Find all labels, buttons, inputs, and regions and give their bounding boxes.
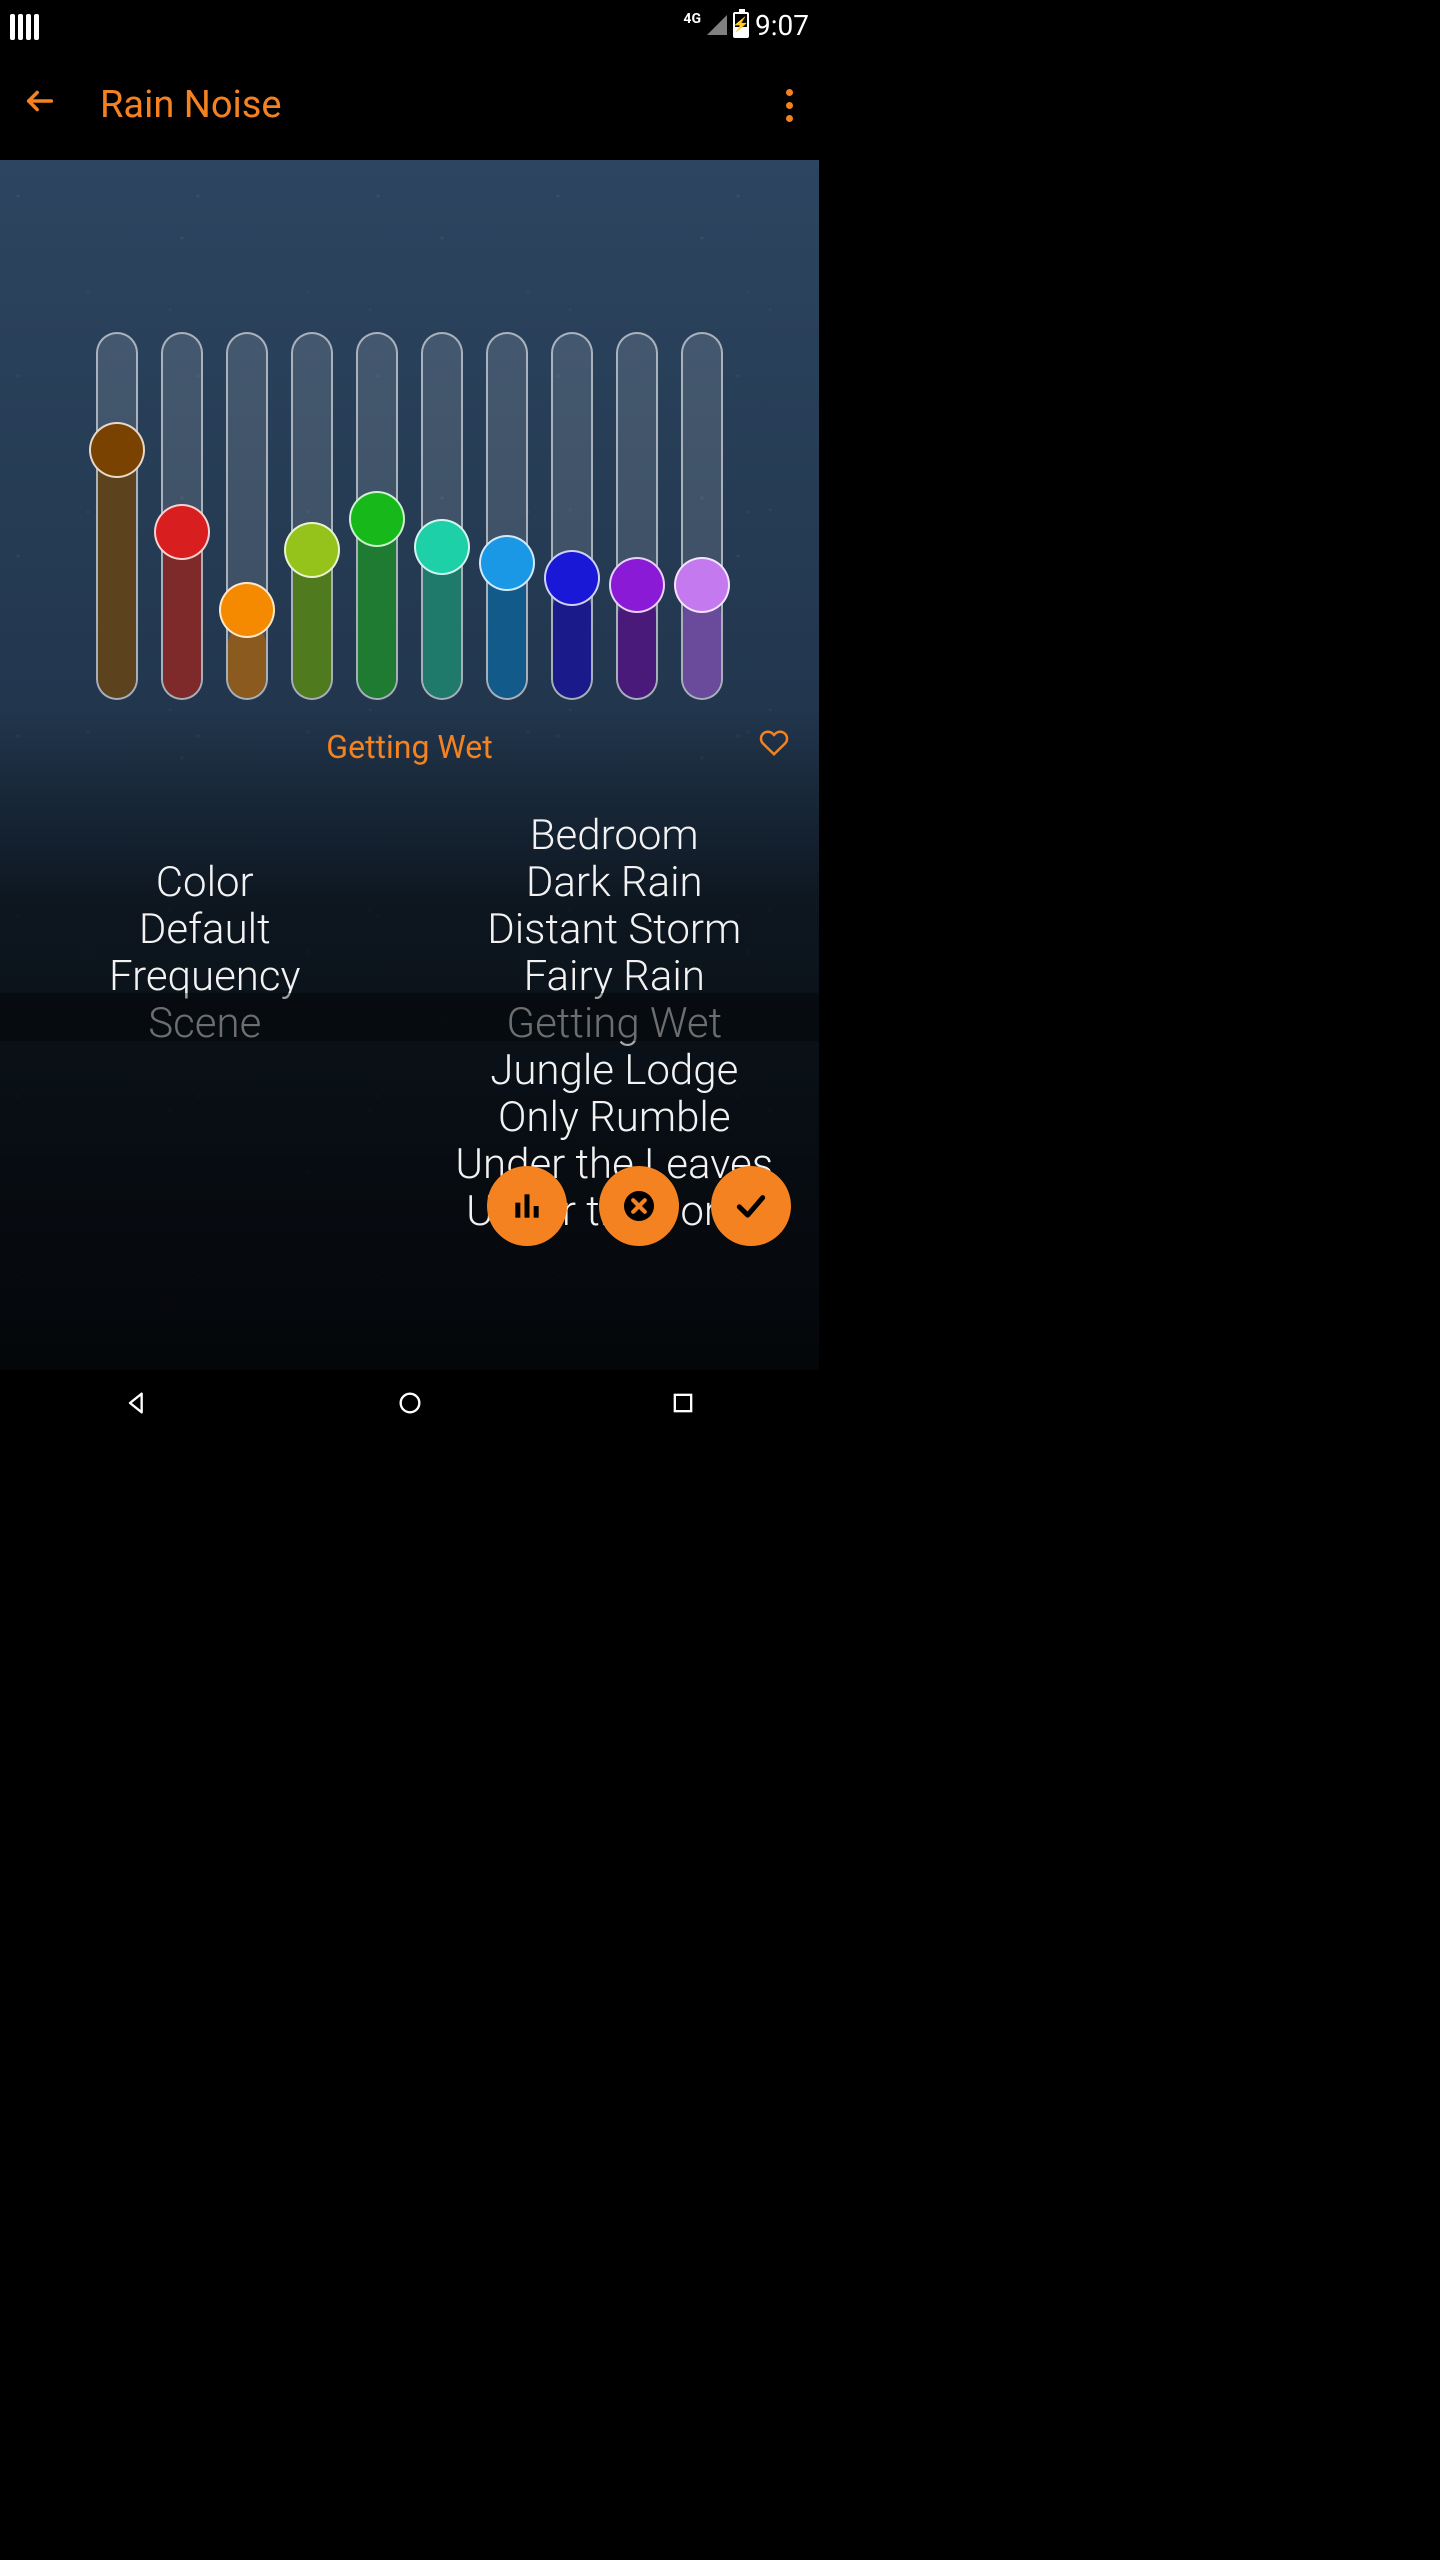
eq-slider-3[interactable]	[291, 332, 333, 700]
eq-slider-5[interactable]	[421, 332, 463, 700]
cell-signal-icon	[707, 15, 727, 35]
eq-slider-6[interactable]	[486, 332, 528, 700]
picker-item[interactable]: Color	[156, 859, 254, 906]
picker-item[interactable]: Distant Storm	[487, 906, 741, 953]
eq-slider-4[interactable]	[356, 332, 398, 700]
android-nav-bar	[0, 1370, 819, 1440]
picker-item[interactable]: Only Rumble	[498, 1094, 731, 1141]
square-recent-icon	[669, 1389, 697, 1417]
check-icon	[731, 1186, 771, 1226]
nav-recent-button[interactable]	[669, 1389, 697, 1421]
current-scene-row: Getting Wet	[0, 700, 819, 794]
eq-slider-9[interactable]	[681, 332, 723, 700]
slider-thumb[interactable]	[284, 522, 340, 578]
eq-slider-1[interactable]	[161, 332, 203, 700]
favorite-button[interactable]	[759, 728, 789, 766]
arrow-left-icon	[23, 84, 57, 118]
close-circle-icon	[619, 1186, 659, 1226]
slider-thumb[interactable]	[89, 422, 145, 478]
page-title: Rain Noise	[100, 83, 282, 127]
slider-thumb[interactable]	[544, 550, 600, 606]
eq-slider-7[interactable]	[551, 332, 593, 700]
picker-item[interactable]: Jungle Lodge	[490, 1047, 738, 1094]
eq-slider-8[interactable]	[616, 332, 658, 700]
slider-thumb[interactable]	[219, 582, 275, 638]
circle-home-icon	[396, 1389, 424, 1417]
picker-item[interactable]: Dark Rain	[526, 859, 703, 906]
eq-slider-2[interactable]	[226, 332, 268, 700]
picker-selection-band	[0, 993, 819, 1041]
equalizer-sliders	[0, 160, 819, 700]
slider-fill	[98, 440, 136, 698]
equalizer-status-icon	[10, 10, 40, 40]
equalizer-fab[interactable]	[487, 1166, 567, 1246]
nav-back-button[interactable]	[123, 1389, 151, 1421]
nav-home-button[interactable]	[396, 1389, 424, 1421]
slider-thumb[interactable]	[609, 557, 665, 613]
status-bar: 4G ⚡ 9:07	[0, 0, 819, 50]
heart-icon	[759, 728, 789, 758]
slider-thumb[interactable]	[479, 535, 535, 591]
network-type: 4G	[683, 11, 701, 27]
triangle-back-icon	[123, 1389, 151, 1417]
slider-thumb[interactable]	[414, 519, 470, 575]
battery-icon: ⚡	[733, 12, 749, 38]
clock: 9:07	[755, 9, 809, 42]
confirm-fab[interactable]	[711, 1166, 791, 1246]
bars-icon	[507, 1186, 547, 1226]
app-bar: Rain Noise	[0, 50, 819, 160]
current-scene-label: Getting Wet	[326, 728, 492, 766]
cancel-fab[interactable]	[599, 1166, 679, 1246]
slider-thumb[interactable]	[154, 504, 210, 560]
eq-slider-0[interactable]	[96, 332, 138, 700]
back-button[interactable]	[20, 84, 60, 127]
picker-item[interactable]: Bedroom	[530, 812, 699, 859]
slider-thumb[interactable]	[349, 491, 405, 547]
slider-thumb[interactable]	[674, 557, 730, 613]
overflow-menu-button[interactable]	[786, 89, 799, 122]
picker-item[interactable]: Default	[139, 906, 271, 953]
